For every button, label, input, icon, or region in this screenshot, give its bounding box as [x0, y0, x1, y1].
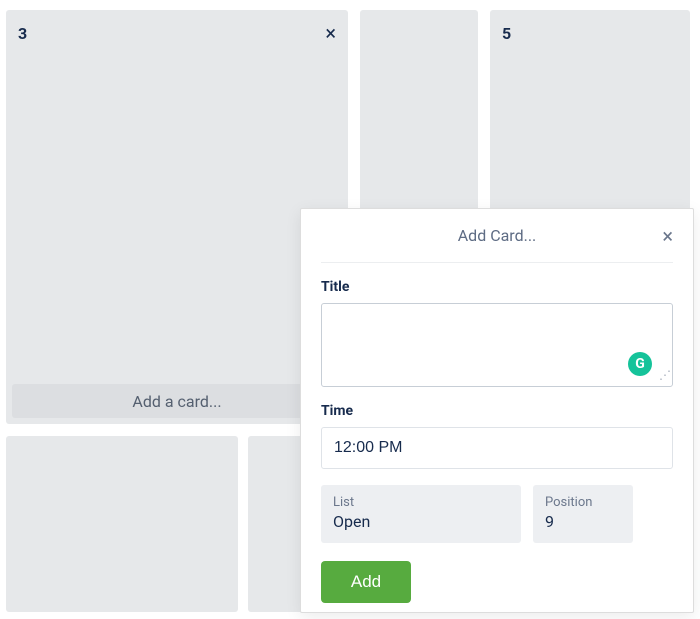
position-meta-label: Position [545, 495, 621, 510]
position-selector[interactable]: Position 9 [533, 485, 633, 543]
board: 3 × Add a card... 5 Add Card... × [0, 0, 700, 619]
title-input[interactable] [322, 304, 672, 386]
title-input-wrapper: G ⋰ [321, 303, 673, 387]
time-input[interactable] [321, 427, 673, 469]
list-header [360, 10, 478, 46]
list-selector[interactable]: List Open [321, 485, 521, 543]
close-icon[interactable]: × [325, 23, 336, 43]
resize-handle-icon[interactable]: ⋰ [656, 372, 670, 386]
list-header: 3 × [6, 10, 348, 46]
list-header [6, 436, 238, 472]
add-card-button[interactable]: Add a card... [12, 384, 342, 418]
list-number: 3 [18, 24, 27, 43]
add-card-label: Add a card... [132, 392, 221, 411]
grammarly-icon[interactable]: G [628, 352, 652, 376]
title-label: Title [321, 279, 673, 295]
dialog-header: Add Card... × [321, 209, 673, 263]
meta-row: List Open Position 9 [321, 485, 673, 543]
list-meta-value: Open [333, 512, 509, 531]
list-meta-label: List [333, 495, 509, 510]
add-card-dialog: Add Card... × Title G ⋰ Time List Open P… [300, 208, 694, 613]
board-list[interactable]: 3 × Add a card... [6, 10, 348, 424]
board-list[interactable] [6, 436, 238, 612]
position-meta-value: 9 [545, 512, 621, 531]
list-number: 5 [502, 24, 511, 43]
time-label: Time [321, 403, 673, 419]
close-icon[interactable]: × [662, 224, 673, 248]
add-button[interactable]: Add [321, 561, 411, 603]
list-header: 5 [490, 10, 690, 46]
dialog-title: Add Card... [458, 226, 537, 245]
